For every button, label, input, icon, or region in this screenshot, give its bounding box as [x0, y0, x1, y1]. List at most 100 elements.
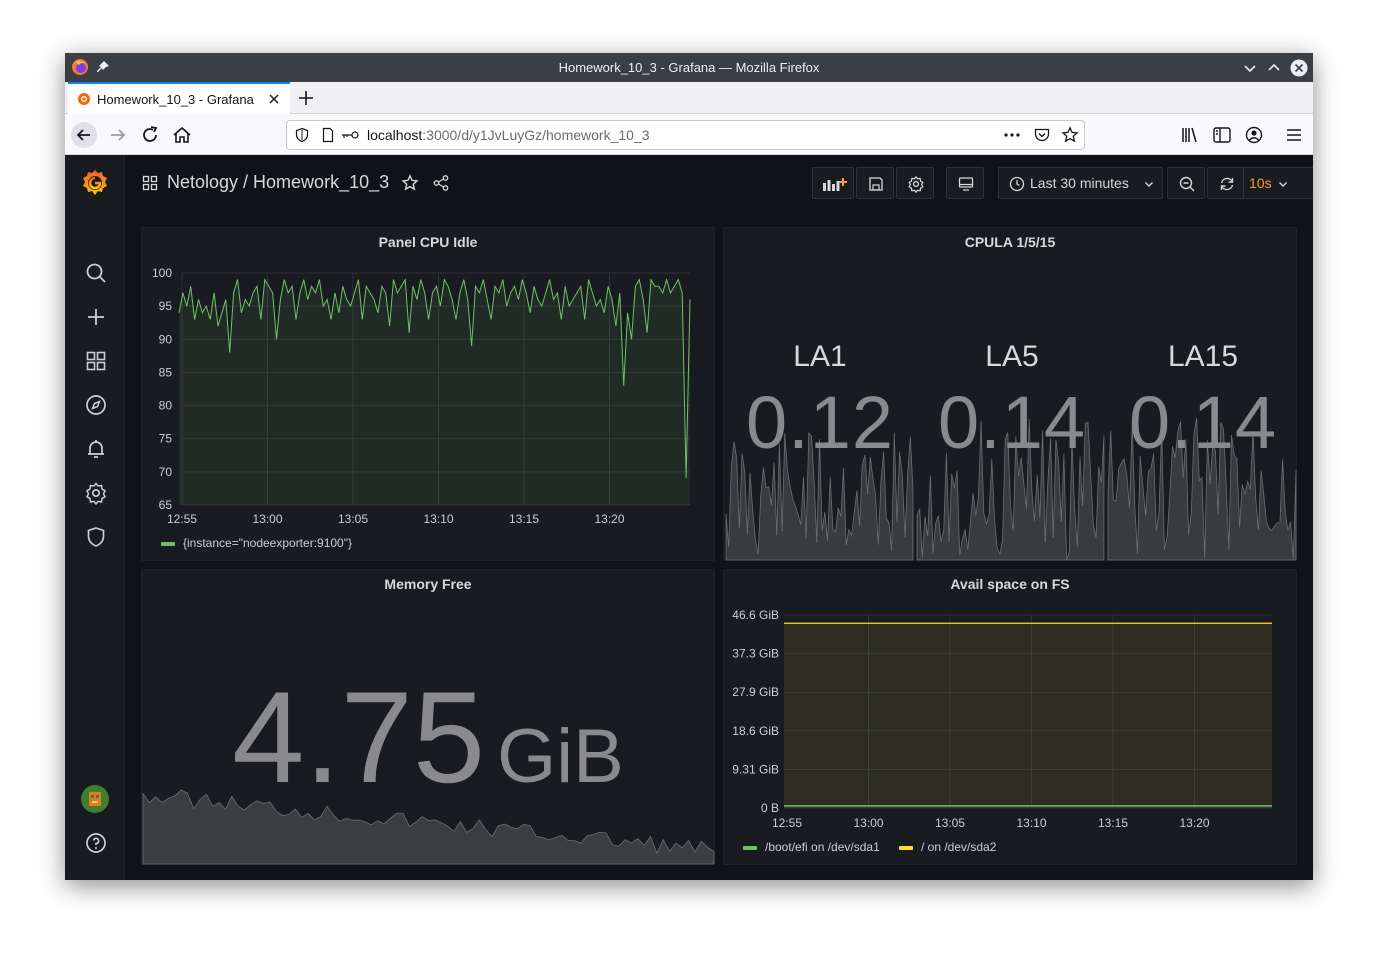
sidebar-toggle-icon[interactable] [1209, 122, 1235, 148]
y-tick-label: 18.6 GiB [732, 724, 779, 738]
refresh-chevron-icon [1279, 182, 1287, 187]
help-icon[interactable] [84, 831, 108, 855]
stat-value-la5: 0.14 [937, 381, 1087, 464]
x-tick-label: 13:15 [509, 512, 539, 526]
chevron-down-icon [1145, 182, 1153, 187]
y-tick-label: 100 [152, 266, 172, 280]
save-icon [869, 177, 883, 191]
pocket-icon[interactable] [1033, 126, 1051, 144]
menu-icon[interactable] [1281, 122, 1307, 148]
search-icon[interactable] [84, 261, 108, 285]
account-icon[interactable] [1241, 122, 1267, 148]
x-tick-label: 13:05 [935, 816, 965, 830]
grafana-logo-icon[interactable] [79, 167, 111, 199]
plus-icon[interactable] [84, 305, 108, 329]
y-tick-label: 95 [159, 299, 173, 313]
maximize-icon[interactable] [1265, 59, 1283, 77]
page-icon[interactable] [320, 127, 336, 143]
window-titlebar: Homework_10_3 - Grafana — Mozilla Firefo… [65, 53, 1313, 82]
tab-grafana[interactable]: Homework_10_3 - Grafana [68, 82, 290, 114]
y-tick-label: 46.6 GiB [732, 608, 779, 622]
zoom-out-button[interactable] [1167, 167, 1205, 199]
tab-label: Homework_10_3 - Grafana [97, 92, 254, 107]
refresh-interval: 10s [1249, 175, 1272, 191]
y-tick-label: 37.3 GiB [732, 647, 779, 661]
share-icon[interactable] [432, 174, 450, 192]
add-panel-button[interactable] [812, 167, 854, 199]
time-range-picker[interactable]: Last 30 minutes [998, 167, 1163, 199]
navigation-bar: localhost:3000/d/y1JvLuyGz/homework_10_3 [65, 114, 1313, 155]
close-tab-icon[interactable] [267, 92, 281, 106]
series-area [784, 623, 1272, 808]
url-text: localhost:3000/d/y1JvLuyGz/homework_10_3 [367, 127, 650, 143]
browser-window: Homework_10_3 - Grafana — Mozilla Firefo… [65, 53, 1313, 880]
dashboard-content: Netology / Homework_10_3 Last 30 minutes [125, 155, 1313, 880]
x-tick-label: 13:15 [1098, 816, 1128, 830]
avail-space-chart[interactable]: 46.6 GiB 37.3 GiB 27.9 GiB 18.6 GiB 9.31 GiB… [724, 570, 1298, 866]
memory-stat-value: 4.75 GiB [232, 664, 624, 810]
y-tick-label: 90 [159, 332, 173, 346]
stat-value-la15: 0.14 [1128, 381, 1278, 464]
x-tick-label: 12:55 [772, 816, 802, 830]
y-tick-label: 9.31 GiB [732, 762, 779, 776]
y-tick-label: 75 [159, 432, 173, 446]
key-icon[interactable] [340, 127, 360, 143]
cycle-view-mode-button[interactable] [946, 167, 984, 199]
clock-icon [1009, 176, 1025, 192]
close-window-icon[interactable] [1290, 59, 1308, 77]
panel-cpula[interactable]: CPULA 1/5/15 LA1 0.12 LA5 0.14 LA15 0.14 [723, 227, 1297, 561]
new-tab-icon[interactable] [296, 88, 316, 108]
avatar[interactable] [81, 785, 109, 813]
shield-tracking-icon[interactable] [294, 127, 310, 143]
time-range-label: Last 30 minutes [1030, 175, 1129, 191]
library-icon[interactable] [1177, 122, 1203, 148]
y-tick-label: 65 [159, 498, 173, 512]
add-panel-icon [823, 178, 847, 191]
configuration-icon[interactable] [84, 481, 108, 505]
panel-avail-space[interactable]: Avail space on FS 46.6 GiB 37.3 GiB 27.9 G… [723, 569, 1297, 865]
panel-memory-free[interactable]: Memory Free 4.75 GiB [141, 569, 715, 865]
save-dashboard-button[interactable] [856, 167, 894, 199]
dashboard-breadcrumb[interactable]: Netology / Homework_10_3 [167, 172, 389, 193]
x-tick-label: 12:55 [167, 512, 197, 526]
x-tick-label: 13:20 [594, 512, 624, 526]
panel-cpu-idle[interactable]: Panel CPU Idle 100 95 90 85 80 75 70 65 12:55 13:… [141, 227, 715, 561]
x-tick-label: 13:05 [338, 512, 368, 526]
legend-item[interactable]: / on /dev/sda2 [899, 840, 996, 854]
x-tick-label: 13:00 [252, 512, 282, 526]
dashboards-icon[interactable] [84, 349, 108, 373]
series-area [179, 279, 690, 505]
explore-icon[interactable] [84, 393, 108, 417]
x-tick-label: 13:10 [423, 512, 453, 526]
forward-icon[interactable] [105, 122, 131, 148]
shield-icon[interactable] [84, 525, 108, 549]
y-tick-label: 80 [159, 399, 173, 413]
dashboard-grid-icon [142, 175, 158, 191]
stat-name-la1: LA1 [793, 340, 847, 373]
y-tick-label: 70 [159, 465, 173, 479]
alerting-icon[interactable] [84, 437, 108, 461]
back-icon[interactable] [70, 121, 98, 149]
bookmark-star-icon[interactable] [1061, 126, 1079, 144]
window-title: Homework_10_3 - Grafana — Mozilla Firefo… [558, 60, 820, 75]
refresh-picker[interactable]: 10s [1207, 167, 1313, 199]
legend-swatch [899, 845, 913, 850]
y-tick-label: 0 B [761, 801, 779, 815]
page-actions-icon[interactable] [1003, 127, 1021, 143]
y-tick-label: 85 [159, 365, 173, 379]
stat-name-la5: LA5 [985, 340, 1039, 373]
home-icon[interactable] [169, 122, 195, 148]
dashboard-navbar: Netology / Homework_10_3 Last 30 minutes [125, 155, 1313, 215]
dashboard-settings-button[interactable] [896, 167, 934, 199]
minimize-icon[interactable] [1241, 59, 1259, 77]
legend-swatch [161, 541, 175, 546]
star-icon[interactable] [401, 174, 419, 192]
reload-icon[interactable] [137, 122, 163, 148]
zoom-out-icon [1179, 176, 1195, 192]
cpu-idle-chart[interactable]: 100 95 90 85 80 75 70 6512:55 13:00 13:05 13:10 13:… [142, 228, 716, 562]
legend-swatch [743, 845, 757, 850]
legend-item[interactable]: {instance="nodeexporter:9100"} [161, 536, 352, 550]
stat-value-la1: 0.12 [745, 381, 895, 464]
url-bar[interactable]: localhost:3000/d/y1JvLuyGz/homework_10_3 [286, 120, 1085, 150]
legend-item[interactable]: /boot/efi on /dev/sda1 [743, 840, 880, 854]
